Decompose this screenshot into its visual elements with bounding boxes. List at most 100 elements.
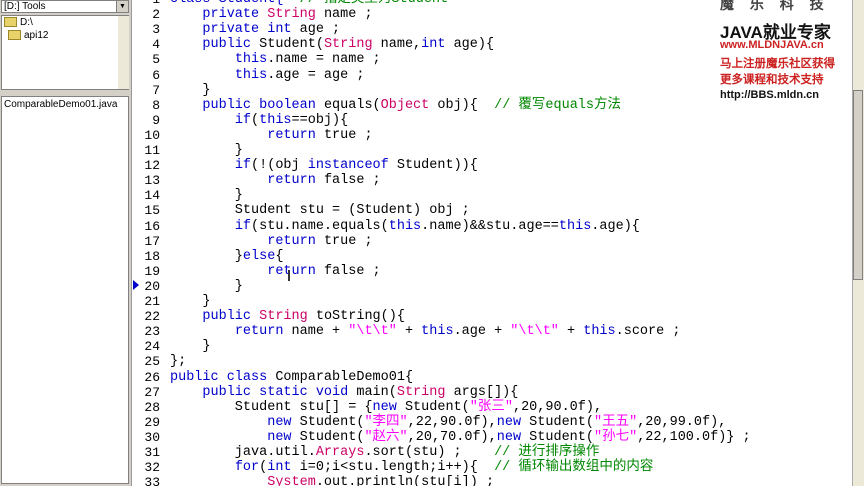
file-list[interactable]: ComparableDemo01.java	[1, 96, 129, 484]
code-line[interactable]: if(stu.name.equals(this.name)&&stu.age==…	[170, 219, 640, 234]
code-token: true ;	[323, 233, 373, 249]
code-line[interactable]: System.out.println(stu[i]) ;	[170, 475, 494, 486]
code-token: args[]){	[453, 384, 519, 400]
code-line[interactable]: return false ;	[170, 173, 381, 189]
line-number: 13	[144, 173, 160, 189]
code-token: .sort(stu) ;	[364, 445, 495, 460]
code-line[interactable]: public static void main(String args[]){	[170, 385, 518, 400]
code-token: new	[267, 429, 300, 445]
code-line[interactable]: }	[170, 294, 211, 309]
code-token: .age +	[453, 324, 511, 340]
line-number: 11	[144, 143, 160, 158]
code-token: }	[170, 143, 243, 158]
code-token: String	[267, 7, 324, 23]
drive-select-value: [D:] Tools	[4, 1, 46, 12]
code-token: java.util.	[170, 445, 316, 460]
code-line[interactable]: }	[170, 279, 243, 294]
code-line[interactable]: }else{	[170, 248, 284, 264]
line-number: 30	[144, 429, 160, 445]
line-number: 27	[144, 384, 160, 400]
code-line[interactable]: Student stu = (Student) obj ;	[170, 203, 470, 218]
code-line[interactable]: class Student{ // 指定类型为Student	[170, 0, 448, 7]
code-token: ,22,90.0f),	[407, 414, 497, 430]
code-line[interactable]: };	[170, 354, 186, 369]
code-token: name ;	[323, 7, 373, 23]
folder-tree-item-root[interactable]: D:\	[4, 17, 33, 29]
code-token: false ;	[323, 173, 381, 189]
code-line[interactable]: return true ;	[170, 233, 373, 249]
code-token: }	[170, 248, 243, 264]
code-line[interactable]: if(!(obj instanceof Student)){	[170, 158, 478, 173]
code-token: new	[496, 414, 530, 430]
code-token: this	[558, 218, 592, 234]
code-line[interactable]: public Student(String name,int age){	[170, 37, 494, 52]
code-token: }	[170, 294, 211, 309]
code-token: (!(obj	[251, 158, 308, 174]
code-token: this	[234, 52, 268, 68]
file-list-item[interactable]: ComparableDemo01.java	[4, 99, 117, 110]
code-line[interactable]: this.name = name ;	[170, 52, 381, 67]
code-token: "孙七"	[593, 429, 638, 445]
code-token: new	[496, 429, 530, 445]
code-token: Arrays	[315, 445, 365, 460]
line-number: 28	[144, 399, 160, 415]
code-line[interactable]: return false ;	[170, 263, 380, 279]
code-line[interactable]: for(int i=0;i<stu.length;i++){ // 循环输出数组…	[170, 460, 654, 476]
code-line[interactable]: }	[170, 339, 210, 354]
code-token: Student(	[299, 414, 365, 430]
chevron-down-icon[interactable]: ▼	[116, 1, 128, 12]
drive-select[interactable]: [D:] Tools ▼	[1, 0, 129, 13]
editor-scroll-thumb[interactable]	[853, 90, 863, 280]
code-token: return	[267, 263, 324, 279]
code-token: Student(	[404, 399, 470, 415]
code-line[interactable]: Student stu[] = {new Student("张三",20,90.…	[170, 400, 602, 415]
folder-tree[interactable]: D:\ api12	[1, 15, 129, 90]
tree-scrollbar[interactable]	[118, 16, 129, 89]
text-cursor	[288, 270, 290, 281]
code-token: Student(	[299, 429, 365, 445]
code-token: Student(	[259, 37, 324, 53]
code-token: return	[234, 324, 292, 340]
banner-forum-url: http://BBS.mldn.cn	[720, 89, 819, 101]
code-line[interactable]: return true ;	[170, 128, 372, 143]
code-token: };	[170, 354, 187, 370]
code-token: "\t\t"	[348, 324, 397, 340]
code-token: i=0;i<stu.length;i++){	[299, 460, 495, 476]
line-number: 22	[144, 309, 160, 325]
code-line[interactable]: new Student("李四",22,90.0f),new Student("…	[170, 415, 726, 430]
code-token: ComparableDemo01{	[275, 369, 414, 385]
current-line-marker-icon	[133, 280, 139, 290]
code-token: ,22,100.0f)} ;	[637, 429, 751, 445]
code-token: .age = age ;	[267, 67, 365, 83]
code-line[interactable]: public class ComparableDemo01{	[170, 370, 413, 385]
code-line[interactable]: }	[170, 83, 210, 98]
code-line[interactable]: new Student("赵六",20,70.0f),new Student("…	[170, 429, 751, 445]
code-line[interactable]: public String toString(){	[170, 309, 405, 324]
code-token: String	[323, 37, 381, 53]
code-line[interactable]: }	[170, 143, 243, 158]
code-line[interactable]: private int age ;	[170, 22, 340, 37]
code-line[interactable]: this.age = age ;	[170, 67, 365, 83]
line-number: 19	[144, 263, 160, 279]
code-token: // 覆写equals方法	[494, 97, 622, 113]
folder-tree-item-api12[interactable]: api12	[8, 30, 48, 42]
banner-support: 更多课程和技术支持	[720, 74, 824, 86]
code-line[interactable]: if(this==obj){	[170, 113, 348, 128]
code-line[interactable]: return name + "\t\t" + this.age + "\t\t"…	[170, 324, 681, 340]
code-line[interactable]: public boolean equals(Object obj){ // 覆写…	[170, 98, 621, 113]
code-line[interactable]: private String name ;	[170, 7, 373, 23]
line-number: 5	[152, 52, 160, 68]
line-number: 4	[152, 37, 160, 53]
line-number: 33	[144, 475, 160, 490]
line-number: 6	[152, 67, 160, 83]
code-line[interactable]: java.util.Arrays.sort(stu) ; // 进行排序操作	[170, 445, 600, 460]
code-token: if	[234, 218, 252, 234]
line-number: 32	[144, 460, 160, 476]
code-line[interactable]: }	[170, 188, 243, 203]
